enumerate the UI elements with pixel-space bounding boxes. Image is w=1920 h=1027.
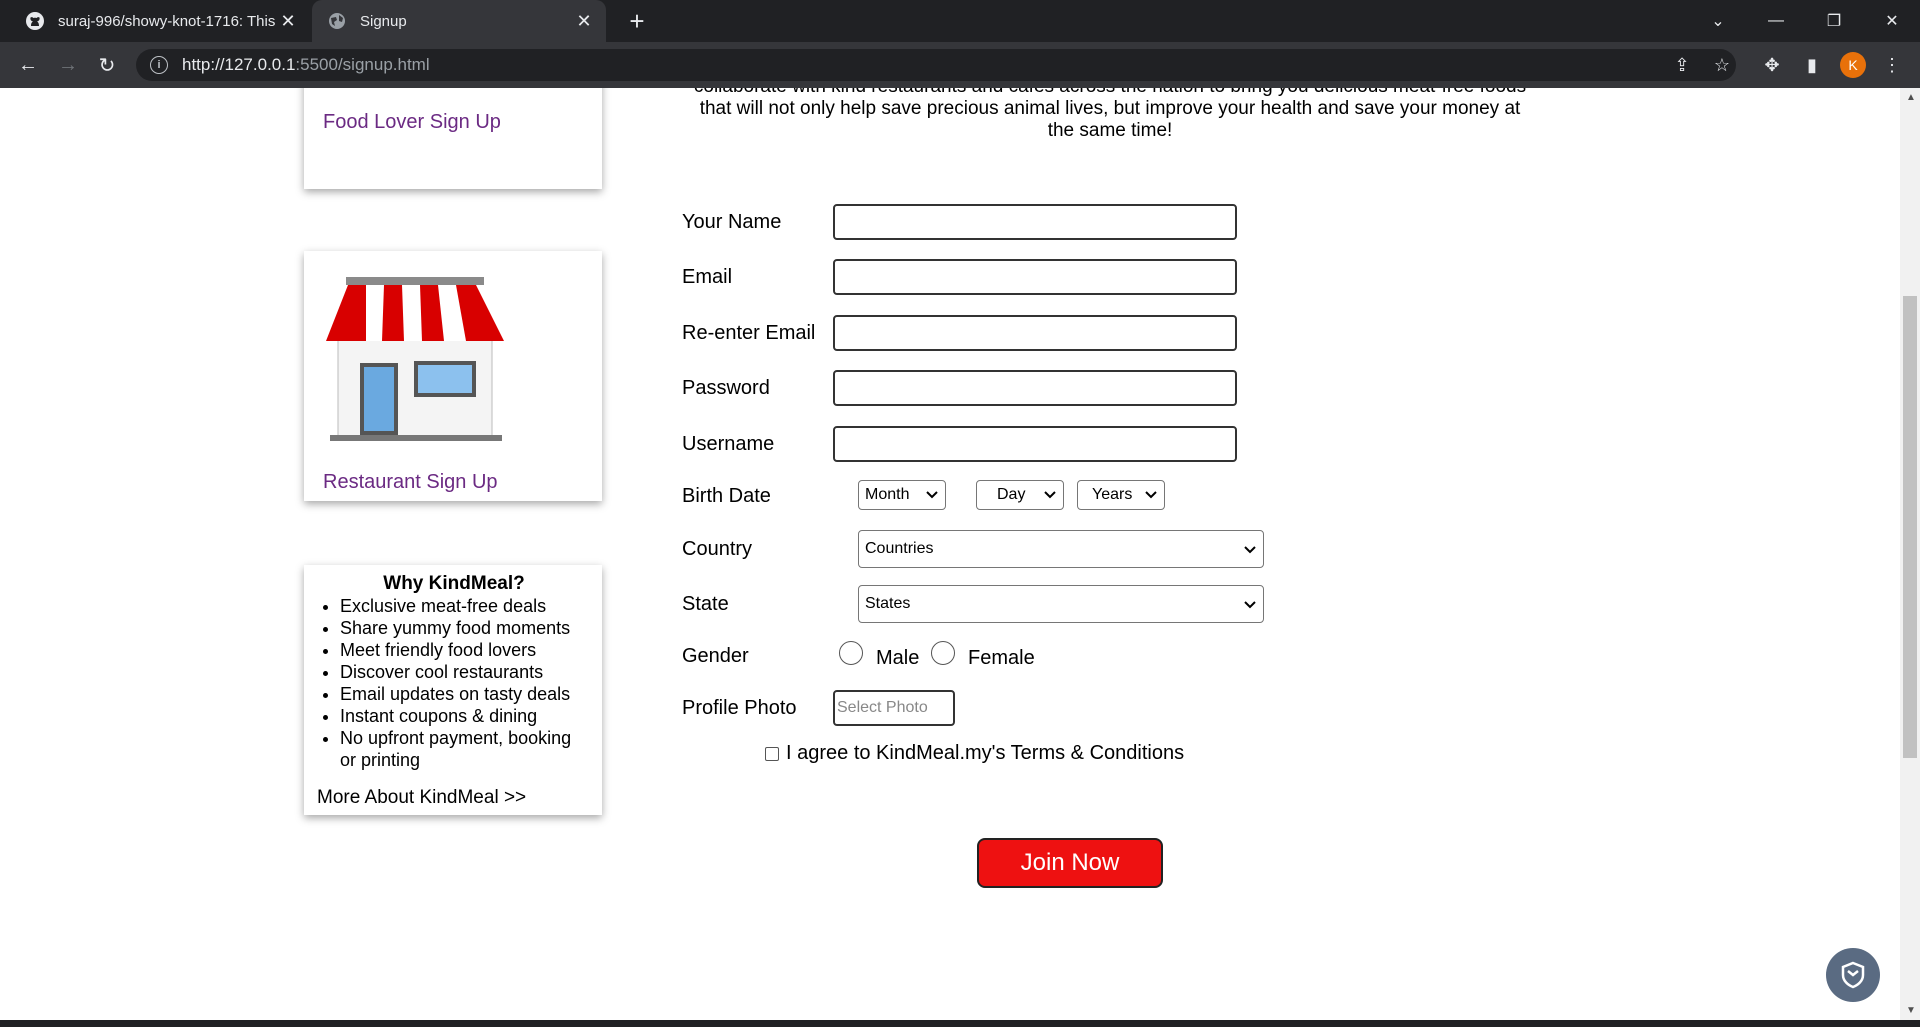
username-label: Username bbox=[682, 433, 775, 455]
list-item: Share yummy food moments bbox=[340, 617, 592, 639]
tab-github[interactable]: suraj-996/showy-knot-1716: This ✕ bbox=[0, 0, 310, 42]
email-label: Email bbox=[682, 266, 733, 288]
close-window-button[interactable]: ✕ bbox=[1864, 0, 1920, 42]
close-icon[interactable]: ✕ bbox=[572, 11, 596, 32]
chevron-down-icon bbox=[1244, 601, 1256, 609]
terms-checkbox[interactable] bbox=[765, 747, 779, 761]
intro-text: collaborate with kind restaurants and ca… bbox=[670, 88, 1550, 142]
back-icon[interactable]: ← bbox=[12, 49, 44, 81]
country-value: Countries bbox=[865, 540, 934, 557]
birthdate-label: Birth Date bbox=[682, 485, 771, 507]
scroll-up-icon[interactable]: ▲ bbox=[1906, 92, 1916, 103]
reemail-label: Re-enter Email bbox=[682, 322, 816, 344]
share-icon[interactable]: ⇪ bbox=[1668, 51, 1696, 79]
name-input[interactable] bbox=[833, 204, 1237, 240]
list-item: Email updates on tasty deals bbox=[340, 683, 592, 705]
browser-toolbar: ← → ↻ i http://127.0.0.1:5500/signup.htm… bbox=[0, 42, 1920, 88]
menu-icon[interactable]: ⋮ bbox=[1878, 51, 1906, 79]
gender-male-label: Male bbox=[876, 647, 920, 669]
username-input[interactable] bbox=[833, 426, 1237, 462]
food-lover-signup-link[interactable]: Food Lover Sign Up bbox=[323, 111, 501, 134]
food-lover-logo bbox=[344, 88, 454, 94]
chevron-down-icon bbox=[1044, 491, 1056, 499]
state-value: States bbox=[865, 595, 911, 612]
page-scrollbar[interactable]: ▲ ▼ bbox=[1900, 88, 1920, 1020]
chevron-down-icon bbox=[926, 491, 938, 499]
tab-title: suraj-996/showy-knot-1716: This bbox=[58, 12, 276, 30]
profile-avatar[interactable]: K bbox=[1840, 52, 1866, 78]
url-host: http://127.0.0.1 bbox=[182, 55, 296, 74]
scroll-down-icon[interactable]: ▼ bbox=[1906, 1005, 1916, 1016]
why-title: Why KindMeal? bbox=[383, 573, 525, 594]
profile-photo-input[interactable]: Select Photo bbox=[833, 690, 955, 726]
tab-title: Signup bbox=[360, 12, 407, 30]
birth-year-value: Years bbox=[1092, 486, 1133, 503]
tab-signup[interactable]: Signup ✕ bbox=[312, 0, 606, 42]
restaurant-card: Restaurant Sign Up bbox=[304, 251, 602, 501]
list-item: No upfront payment, booking or printing bbox=[340, 727, 592, 771]
birth-day-value: Day bbox=[997, 486, 1026, 503]
why-kindmeal-card: Why KindMeal? Exclusive meat-free deals … bbox=[304, 565, 602, 815]
address-bar[interactable]: i http://127.0.0.1:5500/signup.html bbox=[136, 49, 1736, 81]
restore-button[interactable]: ❐ bbox=[1806, 0, 1862, 42]
profile-photo-label: Profile Photo bbox=[682, 697, 797, 719]
birth-month-select[interactable]: Month bbox=[858, 480, 946, 510]
intro-line: the same time! bbox=[1047, 120, 1173, 141]
chevron-down-icon bbox=[1244, 546, 1256, 554]
reload-icon[interactable]: ↻ bbox=[91, 49, 123, 81]
extensions-icon[interactable]: ✥ bbox=[1758, 51, 1786, 79]
side-panel-icon[interactable]: ▮ bbox=[1798, 51, 1826, 79]
gender-female-radio[interactable] bbox=[931, 641, 955, 665]
birth-day-select[interactable]: Day bbox=[976, 480, 1064, 510]
tab-strip: suraj-996/showy-knot-1716: This ✕ Signup… bbox=[0, 0, 1920, 42]
new-tab-button[interactable]: + bbox=[622, 6, 652, 36]
scrollbar-thumb[interactable] bbox=[1903, 296, 1917, 758]
storefront-icon bbox=[326, 277, 504, 441]
state-select[interactable]: States bbox=[858, 585, 1264, 623]
country-select[interactable]: Countries bbox=[858, 530, 1264, 568]
chevron-down-icon bbox=[1145, 491, 1157, 499]
bottom-edge bbox=[0, 1020, 1920, 1027]
tab-search-icon[interactable]: ⌄ bbox=[1690, 0, 1746, 42]
join-now-button[interactable]: Join Now bbox=[977, 838, 1163, 888]
terms-label[interactable]: I agree to KindMeal.my's Terms & Conditi… bbox=[786, 742, 1184, 765]
country-label: Country bbox=[682, 538, 753, 560]
list-item: Exclusive meat-free deals bbox=[340, 595, 592, 617]
list-item: Instant coupons & dining bbox=[340, 705, 592, 727]
gender-female-label: Female bbox=[968, 647, 1035, 669]
minimize-button[interactable]: — bbox=[1748, 0, 1804, 42]
birth-year-select[interactable]: Years bbox=[1077, 480, 1165, 510]
intro-line: collaborate with kind restaurants and ca… bbox=[670, 88, 1550, 98]
url-path: :5500/signup.html bbox=[295, 55, 430, 74]
list-item: Discover cool restaurants bbox=[340, 661, 592, 683]
page-viewport: Food Lover Sign Up Restaurant Sign Up Wh… bbox=[0, 88, 1900, 1020]
star-icon[interactable]: ☆ bbox=[1708, 51, 1736, 79]
gender-male-radio[interactable] bbox=[839, 641, 863, 665]
info-icon[interactable]: i bbox=[150, 56, 168, 74]
close-icon[interactable]: ✕ bbox=[276, 11, 300, 32]
why-list: Exclusive meat-free deals Share yummy fo… bbox=[328, 595, 592, 771]
photo-placeholder: Select Photo bbox=[837, 699, 928, 716]
food-lover-card: Food Lover Sign Up bbox=[304, 88, 602, 189]
intro-line: that will not only help save precious an… bbox=[699, 98, 1521, 119]
reemail-input[interactable] bbox=[833, 315, 1237, 351]
gender-label: Gender bbox=[682, 645, 749, 667]
password-input[interactable] bbox=[833, 370, 1237, 406]
github-icon bbox=[24, 10, 46, 32]
email-input[interactable] bbox=[833, 259, 1237, 295]
restaurant-signup-link[interactable]: Restaurant Sign Up bbox=[323, 471, 498, 494]
birth-month-value: Month bbox=[865, 486, 910, 503]
state-label: State bbox=[682, 593, 729, 615]
name-label: Your Name bbox=[682, 211, 782, 233]
password-label: Password bbox=[682, 377, 770, 399]
globe-icon bbox=[326, 10, 348, 32]
list-item: Meet friendly food lovers bbox=[340, 639, 592, 661]
forward-icon[interactable]: → bbox=[52, 49, 84, 81]
more-about-link[interactable]: More About KindMeal >> bbox=[317, 787, 526, 809]
shield-icon[interactable] bbox=[1826, 948, 1880, 1002]
